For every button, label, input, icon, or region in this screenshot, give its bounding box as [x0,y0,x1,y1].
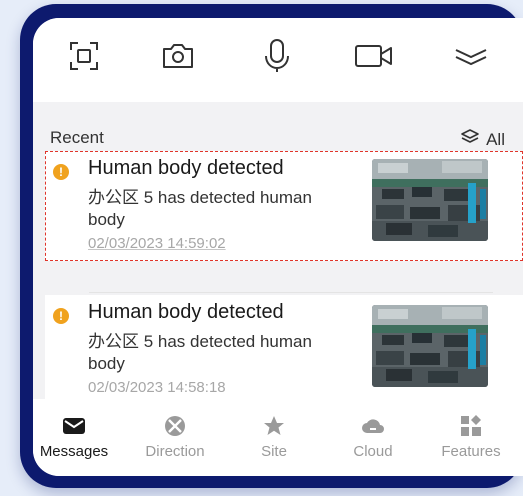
video-button[interactable] [354,38,394,78]
all-filter-button[interactable]: All [460,128,505,151]
list-divider [89,292,493,293]
compass-icon [130,413,220,439]
message-timestamp: 02/03/2023 14:59:02 [88,235,226,252]
tab-label: Direction [145,443,205,460]
tab-cloud[interactable]: Cloud [328,399,418,476]
tab-site[interactable]: Site [229,399,319,476]
message-timestamp: 02/03/2023 14:58:18 [88,379,226,396]
microphone-button[interactable] [257,38,297,78]
tab-direction[interactable]: Direction [130,399,220,476]
star-icon [229,413,319,439]
camera-icon [161,41,195,76]
collapse-button[interactable] [451,38,491,78]
message-description: 办公区 5 has detected human body [88,332,312,373]
layers-icon [460,128,480,151]
recent-label: Recent [50,128,104,147]
tab-features[interactable]: Features [426,399,516,476]
tab-label: Cloud [353,443,393,460]
warning-icon: ! [53,164,69,180]
camera-snapshot-thumbnail[interactable] [372,159,488,241]
tab-label: Features [441,443,501,460]
message-title: Human body detected [88,301,284,323]
tab-label: Site [261,443,287,460]
messages-content: Recent All ! Human body detected 办公区 5 h… [33,102,523,405]
features-grid-icon [426,413,516,439]
app-screen: Recent All ! Human body detected 办公区 5 h… [33,18,523,476]
recent-header: Recent All [33,128,523,152]
message-title: Human body detected [88,157,284,179]
scan-icon [68,40,100,77]
envelope-icon [33,413,119,439]
all-label: All [486,129,505,149]
message-card[interactable]: ! Human body detected 办公区 5 has detected… [45,151,523,261]
tab-messages[interactable]: Messages [33,399,119,476]
camera-button[interactable] [158,38,198,78]
camera-snapshot-thumbnail[interactable] [372,305,488,387]
scan-button[interactable] [64,38,104,78]
quick-action-toolbar [33,18,523,102]
microphone-icon [262,38,292,79]
cloud-icon [328,413,418,439]
tab-label: Messages [39,443,109,460]
warning-icon: ! [53,308,69,324]
bottom-tab-bar: Messages Direction Site Cloud Features [33,399,523,476]
video-icon [354,42,394,75]
message-card[interactable]: ! Human body detected 办公区 5 has detected… [45,295,523,405]
collapse-chevron-icon [454,45,488,72]
message-description: 办公区 5 has detected human body [88,188,312,229]
